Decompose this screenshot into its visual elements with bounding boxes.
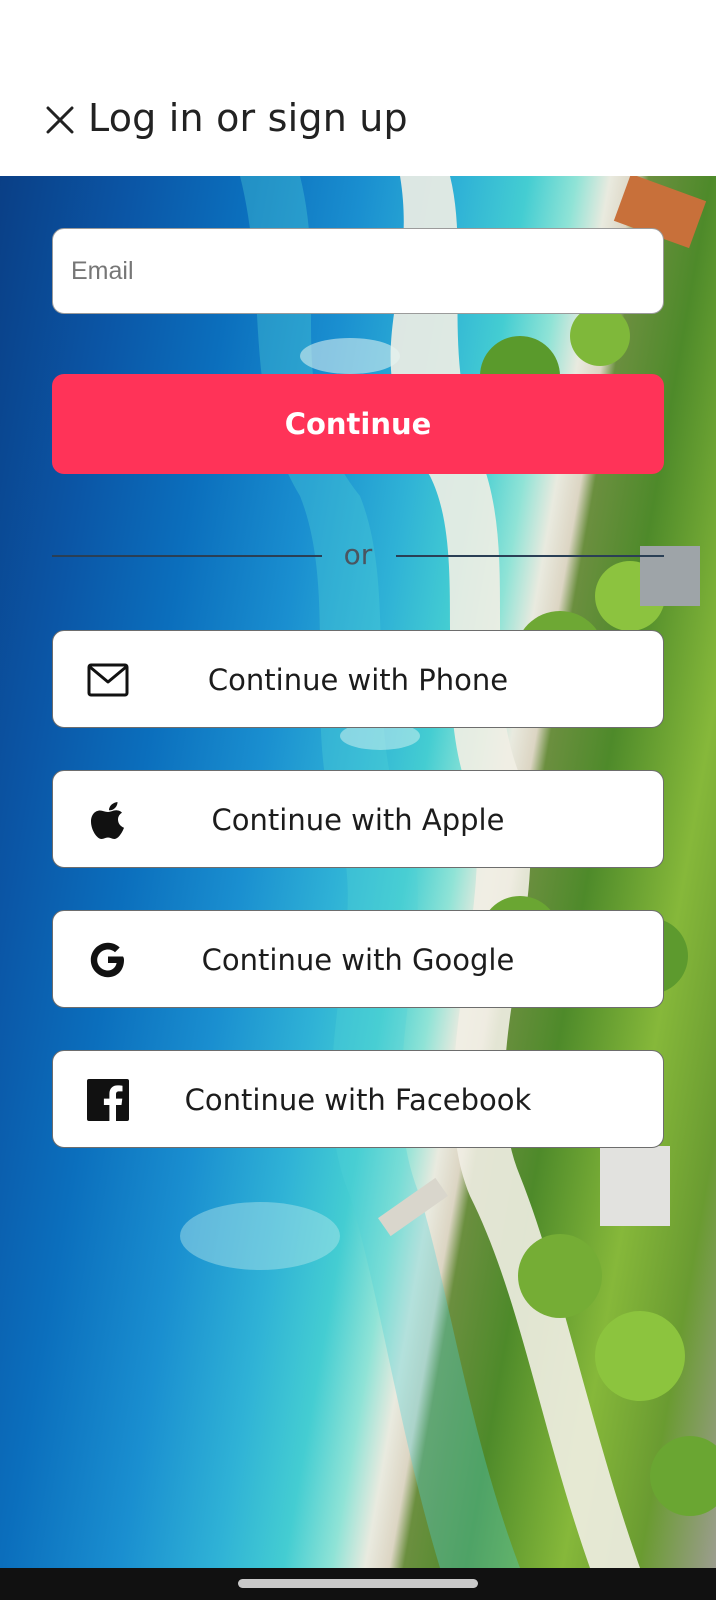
- continue-with-phone-button[interactable]: Continue with Phone: [52, 630, 664, 728]
- close-icon: [46, 106, 74, 134]
- top-bar: Log in or sign up: [0, 0, 716, 176]
- continue-with-google-button[interactable]: Continue with Google: [52, 910, 664, 1008]
- continue-with-facebook-button[interactable]: Continue with Facebook: [52, 1050, 664, 1148]
- facebook-button-label: Continue with Facebook: [184, 1083, 532, 1117]
- or-divider: or: [52, 536, 664, 576]
- apple-button-label: Continue with Apple: [211, 803, 505, 837]
- google-button-label: Continue with Google: [201, 943, 515, 977]
- phone-button-label: Continue with Phone: [207, 663, 509, 697]
- system-navigation-bar: [0, 1568, 716, 1600]
- home-gesture-handle[interactable]: [238, 1579, 478, 1588]
- divider-line-right: [396, 555, 664, 557]
- close-button[interactable]: [40, 100, 80, 140]
- continue-with-apple-button[interactable]: Continue with Apple: [52, 770, 664, 868]
- continue-button[interactable]: Continue: [52, 374, 664, 474]
- email-input[interactable]: [52, 228, 664, 314]
- page-title: Log in or sign up: [88, 96, 408, 140]
